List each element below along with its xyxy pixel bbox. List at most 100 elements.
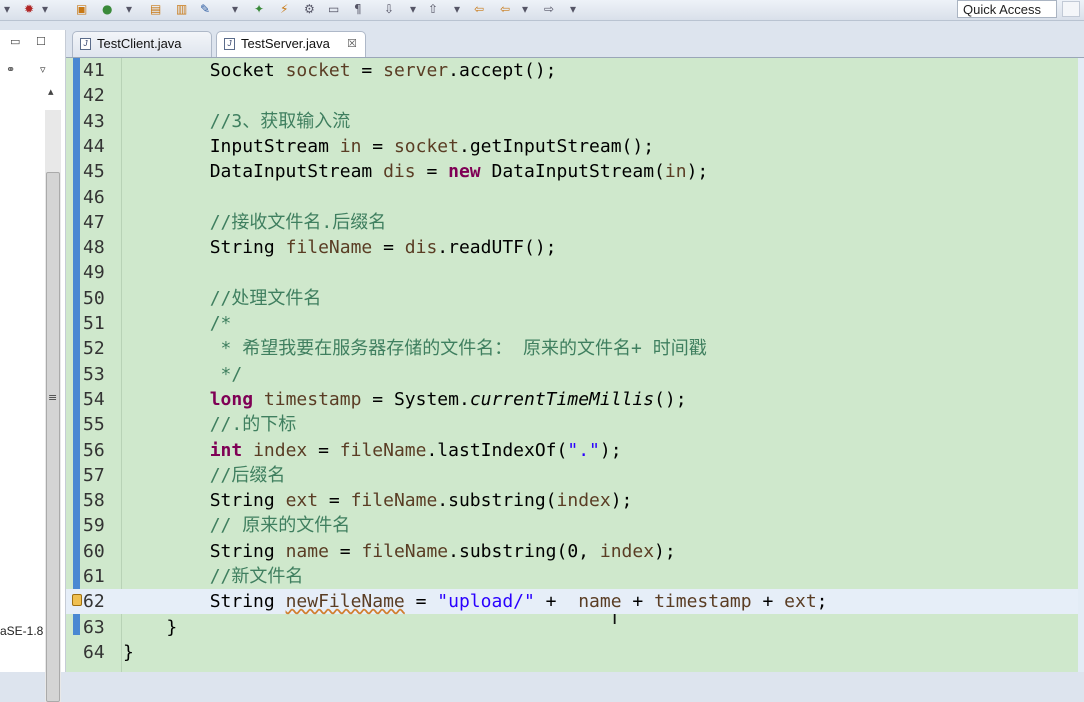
perspective-button[interactable]: [1062, 1, 1080, 17]
debug-icon[interactable]: ✹: [24, 1, 34, 17]
code-line[interactable]: 56 int index = fileName.lastIndexOf(".")…: [66, 438, 1084, 463]
code-line[interactable]: 43 //3、获取输入流: [66, 109, 1084, 134]
code-line[interactable]: 55 //.的下标: [66, 412, 1084, 437]
document-icon[interactable]: ▭: [328, 1, 339, 17]
editor-tabbar: J TestClient.java J TestServer.java ☒: [66, 30, 1084, 58]
line-number: 61: [83, 566, 105, 587]
code-token: ();: [654, 388, 687, 410]
link-icon[interactable]: ⚭: [6, 64, 15, 76]
code-token: //处理文件名: [123, 287, 322, 309]
code-line[interactable]: 41 Socket socket = server.accept();: [66, 58, 1084, 83]
code-line[interactable]: 57 //后缀名: [66, 463, 1084, 488]
dropdown-arrow-icon[interactable]: ▾: [410, 1, 416, 17]
line-number: 41: [83, 60, 105, 81]
view-menu-icon[interactable]: ▿: [40, 64, 46, 76]
code-token: String: [123, 540, 286, 562]
code-token: //新文件名: [123, 566, 304, 587]
run-icon[interactable]: ●: [102, 1, 112, 17]
back-icon[interactable]: ⇦: [500, 1, 510, 17]
code-token: InputStream: [123, 135, 340, 157]
dropdown-arrow-icon[interactable]: ▾: [232, 1, 238, 17]
warning-icon[interactable]: [72, 594, 82, 607]
code-token: );: [686, 161, 709, 183]
code-line[interactable]: 59 // 原来的文件名: [66, 513, 1084, 538]
code-line[interactable]: 53 */: [66, 362, 1084, 387]
pin-icon[interactable]: ✦: [254, 1, 264, 17]
minimize-icon[interactable]: ▭: [10, 36, 20, 48]
code-line[interactable]: 54 long timestamp = System.currentTimeMi…: [66, 387, 1084, 412]
code-token: .substring(: [437, 490, 557, 512]
tab-testserver[interactable]: J TestServer.java ☒: [216, 31, 366, 57]
open-folder-icon[interactable]: ▤: [150, 1, 161, 17]
scroll-up-icon[interactable]: ▴: [48, 86, 54, 98]
dropdown-arrow-icon[interactable]: ▾: [570, 1, 576, 17]
forward-icon[interactable]: ⇨: [544, 1, 554, 17]
code-token: socket: [285, 60, 351, 81]
gear-icon[interactable]: ⚙: [304, 1, 315, 17]
next-annotation-icon[interactable]: ⇩: [384, 1, 394, 17]
code-line[interactable]: 63 }: [66, 615, 1084, 640]
code-line[interactable]: 44 InputStream in = socket.getInputStrea…: [66, 134, 1084, 159]
code-text: Socket socket = server.accept();: [123, 58, 557, 83]
code-line[interactable]: 49: [66, 260, 1084, 285]
code-line[interactable]: 64}: [66, 640, 1084, 665]
lightning-icon[interactable]: ⚡: [280, 1, 288, 17]
quick-access-input[interactable]: Quick Access: [957, 0, 1057, 18]
code-line[interactable]: 47 //接收文件名.后缀名: [66, 210, 1084, 235]
scrollbar-thumb[interactable]: [46, 172, 60, 702]
maximize-icon[interactable]: ☐: [36, 36, 46, 48]
code-text: //处理文件名: [123, 286, 322, 311]
line-number: 59: [83, 515, 105, 537]
code-text: long timestamp = System.currentTimeMilli…: [123, 387, 687, 412]
code-line[interactable]: 60 String name = fileName.substring(0, i…: [66, 539, 1084, 564]
line-number: 49: [83, 262, 105, 284]
code-token: Socket: [123, 60, 286, 81]
line-number: 53: [83, 363, 105, 385]
code-token: //3、获取输入流: [123, 110, 351, 132]
code-token: index: [556, 490, 611, 512]
dropdown-arrow-icon[interactable]: ▾: [42, 1, 48, 17]
code-token: }: [123, 641, 134, 663]
dropdown-arrow-icon[interactable]: ▾: [522, 1, 528, 17]
code-line[interactable]: 58 String ext = fileName.substring(index…: [66, 488, 1084, 513]
toolbox-icon[interactable]: ▣: [76, 1, 87, 17]
code-line[interactable]: 46: [66, 185, 1084, 210]
code-text: * 希望我要在服务器存储的文件名： 原来的文件名+ 时间戳: [123, 336, 707, 361]
code-token: =: [307, 439, 340, 461]
dropdown-arrow-icon[interactable]: ▾: [4, 1, 10, 17]
code-line[interactable]: 50 //处理文件名: [66, 286, 1084, 311]
close-icon[interactable]: ☒: [347, 32, 357, 56]
code-editor[interactable]: I 41 Socket socket = server.accept(); 42 4…: [66, 58, 1084, 672]
tab-label: TestClient.java: [97, 36, 182, 51]
code-line[interactable]: 42: [66, 83, 1084, 108]
code-line[interactable]: 48 String fileName = dis.readUTF();: [66, 235, 1084, 260]
code-text: String name = fileName.substring(0, inde…: [123, 539, 676, 564]
tab-testclient[interactable]: J TestClient.java: [72, 31, 212, 57]
dropdown-arrow-icon[interactable]: ▾: [126, 1, 132, 17]
code-token: +: [534, 591, 579, 613]
code-line[interactable]: 61 //新文件名: [66, 564, 1084, 589]
code-token: =: [361, 135, 394, 157]
tab-label: TestServer.java: [241, 36, 330, 51]
last-edit-icon[interactable]: ⇦: [474, 1, 484, 17]
previous-annotation-icon[interactable]: ⇧: [428, 1, 438, 17]
code-line[interactable]: 45 DataInputStream dis = new DataInputSt…: [66, 159, 1084, 184]
code-line[interactable]: 51 /*: [66, 311, 1084, 336]
line-number: 47: [83, 211, 105, 233]
code-token: );: [599, 439, 622, 461]
code-token: .substring(0,: [448, 540, 600, 562]
overview-ruler[interactable]: [1078, 58, 1084, 672]
paragraph-icon[interactable]: ¶: [354, 1, 362, 17]
line-number: 58: [83, 490, 105, 512]
jre-label[interactable]: aSE-1.8: [0, 624, 43, 638]
line-number: 54: [83, 388, 105, 410]
brush-icon[interactable]: ✎: [200, 1, 210, 17]
code-token: timestamp: [654, 591, 752, 613]
code-line[interactable]: 52 * 希望我要在服务器存储的文件名： 原来的文件名+ 时间戳: [66, 336, 1084, 361]
dropdown-arrow-icon[interactable]: ▾: [454, 1, 460, 17]
code-token: .readUTF();: [437, 237, 557, 259]
code-line[interactable]: 62 String newFileName = "upload/" + name…: [66, 589, 1084, 615]
folder-icon[interactable]: ▥: [176, 1, 187, 17]
code-token: =: [350, 60, 384, 81]
